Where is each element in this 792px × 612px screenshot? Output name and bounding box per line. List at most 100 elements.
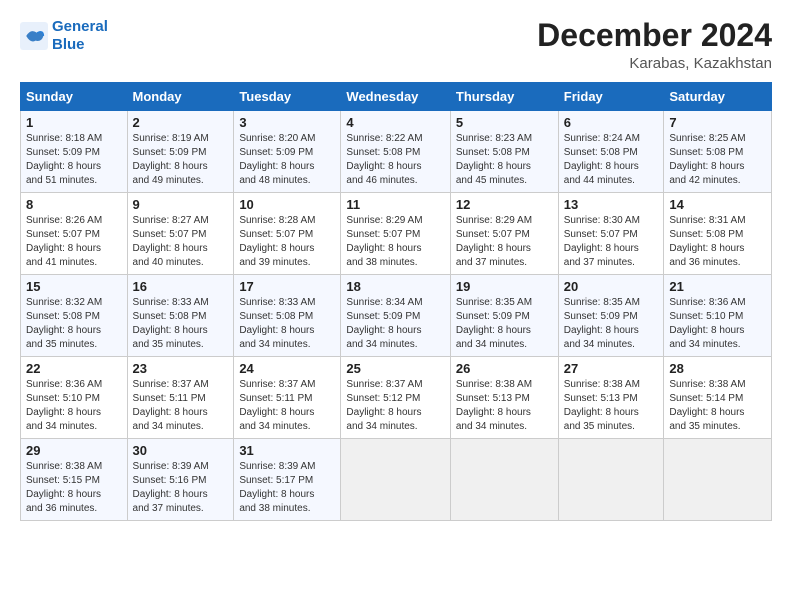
day-number: 9 xyxy=(133,197,229,212)
calendar-week-row: 22 Sunrise: 8:36 AMSunset: 5:10 PMDaylig… xyxy=(21,357,772,439)
day-number: 26 xyxy=(456,361,553,376)
day-detail: Sunrise: 8:23 AMSunset: 5:08 PMDaylight:… xyxy=(456,133,532,186)
day-number: 8 xyxy=(26,197,122,212)
calendar-week-row: 15 Sunrise: 8:32 AMSunset: 5:08 PMDaylig… xyxy=(21,275,772,357)
day-number: 23 xyxy=(133,361,229,376)
day-detail: Sunrise: 8:36 AMSunset: 5:10 PMDaylight:… xyxy=(26,379,102,432)
calendar-week-row: 29 Sunrise: 8:38 AMSunset: 5:15 PMDaylig… xyxy=(21,439,772,521)
logo-line2: Blue xyxy=(52,36,85,53)
day-number: 6 xyxy=(564,115,659,130)
table-row: 23 Sunrise: 8:37 AMSunset: 5:11 PMDaylig… xyxy=(127,357,234,439)
table-row: 20 Sunrise: 8:35 AMSunset: 5:09 PMDaylig… xyxy=(558,275,664,357)
col-monday: Monday xyxy=(127,83,234,111)
day-number: 11 xyxy=(346,197,444,212)
day-detail: Sunrise: 8:25 AMSunset: 5:08 PMDaylight:… xyxy=(669,133,745,186)
day-detail: Sunrise: 8:28 AMSunset: 5:07 PMDaylight:… xyxy=(239,215,315,268)
day-number: 27 xyxy=(564,361,659,376)
day-detail: Sunrise: 8:38 AMSunset: 5:13 PMDaylight:… xyxy=(456,379,532,432)
table-row: 3 Sunrise: 8:20 AMSunset: 5:09 PMDayligh… xyxy=(234,111,341,193)
day-number: 20 xyxy=(564,279,659,294)
table-row xyxy=(558,439,664,521)
col-thursday: Thursday xyxy=(450,83,558,111)
day-number: 5 xyxy=(456,115,553,130)
logo: General Blue xyxy=(20,18,108,54)
col-wednesday: Wednesday xyxy=(341,83,450,111)
table-row: 15 Sunrise: 8:32 AMSunset: 5:08 PMDaylig… xyxy=(21,275,128,357)
day-detail: Sunrise: 8:19 AMSunset: 5:09 PMDaylight:… xyxy=(133,133,209,186)
table-row: 27 Sunrise: 8:38 AMSunset: 5:13 PMDaylig… xyxy=(558,357,664,439)
table-row: 24 Sunrise: 8:37 AMSunset: 5:11 PMDaylig… xyxy=(234,357,341,439)
title-block: December 2024 Karabas, Kazakhstan xyxy=(537,18,772,72)
day-detail: Sunrise: 8:18 AMSunset: 5:09 PMDaylight:… xyxy=(26,133,102,186)
day-detail: Sunrise: 8:38 AMSunset: 5:13 PMDaylight:… xyxy=(564,379,640,432)
logo-line1: General xyxy=(52,18,108,35)
day-number: 13 xyxy=(564,197,659,212)
calendar-header-row: Sunday Monday Tuesday Wednesday Thursday… xyxy=(21,83,772,111)
day-detail: Sunrise: 8:39 AMSunset: 5:17 PMDaylight:… xyxy=(239,461,315,514)
day-detail: Sunrise: 8:29 AMSunset: 5:07 PMDaylight:… xyxy=(456,215,532,268)
table-row: 10 Sunrise: 8:28 AMSunset: 5:07 PMDaylig… xyxy=(234,193,341,275)
table-row: 11 Sunrise: 8:29 AMSunset: 5:07 PMDaylig… xyxy=(341,193,450,275)
logo-icon xyxy=(20,22,48,50)
table-row: 12 Sunrise: 8:29 AMSunset: 5:07 PMDaylig… xyxy=(450,193,558,275)
table-row: 1 Sunrise: 8:18 AMSunset: 5:09 PMDayligh… xyxy=(21,111,128,193)
day-number: 14 xyxy=(669,197,766,212)
table-row: 2 Sunrise: 8:19 AMSunset: 5:09 PMDayligh… xyxy=(127,111,234,193)
table-row: 31 Sunrise: 8:39 AMSunset: 5:17 PMDaylig… xyxy=(234,439,341,521)
day-number: 15 xyxy=(26,279,122,294)
table-row: 8 Sunrise: 8:26 AMSunset: 5:07 PMDayligh… xyxy=(21,193,128,275)
day-detail: Sunrise: 8:36 AMSunset: 5:10 PMDaylight:… xyxy=(669,297,745,350)
day-number: 3 xyxy=(239,115,335,130)
day-number: 4 xyxy=(346,115,444,130)
day-number: 16 xyxy=(133,279,229,294)
day-number: 25 xyxy=(346,361,444,376)
day-number: 2 xyxy=(133,115,229,130)
day-detail: Sunrise: 8:39 AMSunset: 5:16 PMDaylight:… xyxy=(133,461,209,514)
calendar-week-row: 8 Sunrise: 8:26 AMSunset: 5:07 PMDayligh… xyxy=(21,193,772,275)
table-row: 18 Sunrise: 8:34 AMSunset: 5:09 PMDaylig… xyxy=(341,275,450,357)
day-detail: Sunrise: 8:30 AMSunset: 5:07 PMDaylight:… xyxy=(564,215,640,268)
day-detail: Sunrise: 8:37 AMSunset: 5:11 PMDaylight:… xyxy=(239,379,315,432)
day-number: 19 xyxy=(456,279,553,294)
day-detail: Sunrise: 8:33 AMSunset: 5:08 PMDaylight:… xyxy=(133,297,209,350)
day-number: 28 xyxy=(669,361,766,376)
col-friday: Friday xyxy=(558,83,664,111)
calendar-table: Sunday Monday Tuesday Wednesday Thursday… xyxy=(20,82,772,521)
table-row: 6 Sunrise: 8:24 AMSunset: 5:08 PMDayligh… xyxy=(558,111,664,193)
day-number: 10 xyxy=(239,197,335,212)
page: General Blue December 2024 Karabas, Kaza… xyxy=(0,0,792,612)
col-saturday: Saturday xyxy=(664,83,772,111)
day-number: 29 xyxy=(26,443,122,458)
table-row xyxy=(341,439,450,521)
logo-text: General Blue xyxy=(52,18,108,54)
calendar-week-row: 1 Sunrise: 8:18 AMSunset: 5:09 PMDayligh… xyxy=(21,111,772,193)
table-row xyxy=(664,439,772,521)
day-number: 31 xyxy=(239,443,335,458)
day-number: 18 xyxy=(346,279,444,294)
table-row: 30 Sunrise: 8:39 AMSunset: 5:16 PMDaylig… xyxy=(127,439,234,521)
day-number: 30 xyxy=(133,443,229,458)
day-number: 21 xyxy=(669,279,766,294)
table-row: 26 Sunrise: 8:38 AMSunset: 5:13 PMDaylig… xyxy=(450,357,558,439)
col-sunday: Sunday xyxy=(21,83,128,111)
table-row: 9 Sunrise: 8:27 AMSunset: 5:07 PMDayligh… xyxy=(127,193,234,275)
table-row: 19 Sunrise: 8:35 AMSunset: 5:09 PMDaylig… xyxy=(450,275,558,357)
table-row: 25 Sunrise: 8:37 AMSunset: 5:12 PMDaylig… xyxy=(341,357,450,439)
table-row: 21 Sunrise: 8:36 AMSunset: 5:10 PMDaylig… xyxy=(664,275,772,357)
day-number: 17 xyxy=(239,279,335,294)
day-detail: Sunrise: 8:34 AMSunset: 5:09 PMDaylight:… xyxy=(346,297,422,350)
day-number: 1 xyxy=(26,115,122,130)
table-row: 14 Sunrise: 8:31 AMSunset: 5:08 PMDaylig… xyxy=(664,193,772,275)
table-row: 16 Sunrise: 8:33 AMSunset: 5:08 PMDaylig… xyxy=(127,275,234,357)
day-number: 7 xyxy=(669,115,766,130)
day-number: 22 xyxy=(26,361,122,376)
day-detail: Sunrise: 8:31 AMSunset: 5:08 PMDaylight:… xyxy=(669,215,745,268)
location: Karabas, Kazakhstan xyxy=(537,55,772,72)
day-number: 24 xyxy=(239,361,335,376)
table-row: 4 Sunrise: 8:22 AMSunset: 5:08 PMDayligh… xyxy=(341,111,450,193)
table-row: 22 Sunrise: 8:36 AMSunset: 5:10 PMDaylig… xyxy=(21,357,128,439)
table-row: 5 Sunrise: 8:23 AMSunset: 5:08 PMDayligh… xyxy=(450,111,558,193)
day-detail: Sunrise: 8:35 AMSunset: 5:09 PMDaylight:… xyxy=(456,297,532,350)
table-row: 7 Sunrise: 8:25 AMSunset: 5:08 PMDayligh… xyxy=(664,111,772,193)
table-row: 17 Sunrise: 8:33 AMSunset: 5:08 PMDaylig… xyxy=(234,275,341,357)
